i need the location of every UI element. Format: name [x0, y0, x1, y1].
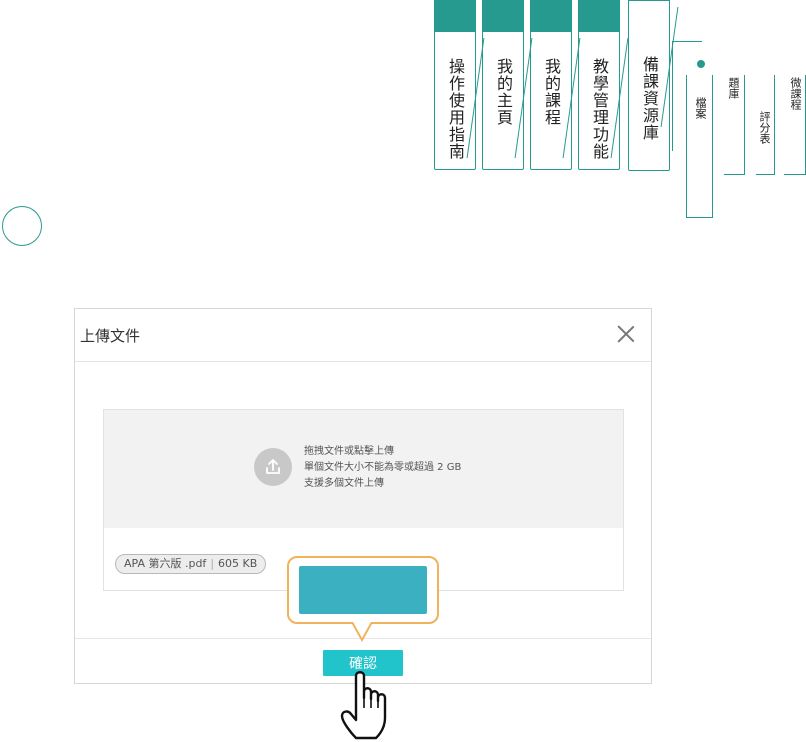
sub-tab-files[interactable]: 檔案 — [686, 75, 713, 218]
dialog-title: 上傳文件 — [80, 327, 141, 345]
dropzone-line: 拖拽文件或點擊上傳 — [304, 446, 394, 457]
callout-highlight — [287, 556, 439, 624]
sub-tab-question-bank[interactable]: 題庫 — [724, 75, 746, 175]
file-size: 605 KB — [218, 557, 258, 570]
sub-tab-label: 檔案 — [694, 97, 707, 119]
dropzone[interactable]: 拖拽文件或點擊上傳 單個文件大小不能為零或超過 2 GB 支援多個文件上傳 — [104, 410, 623, 529]
nav-connector-line — [672, 41, 702, 151]
nav-tab-label: 我的主頁 — [494, 58, 513, 126]
nav-tab-teaching-management[interactable]: 教學管理功能 — [578, 0, 620, 171]
sub-tab-label: 題庫 — [727, 77, 740, 99]
dropzone-instructions: 拖拽文件或點擊上傳 單個文件大小不能為零或超過 2 GB 支援多個文件上傳 — [304, 444, 461, 492]
dropzone-line: 支援多個文件上傳 — [304, 478, 384, 489]
nav-tab-courses[interactable]: 我的課程 — [530, 0, 572, 171]
file-chip[interactable]: APA 第六版 .pdf | 605 KB — [115, 554, 267, 574]
nav-tab-label: 備課資源庫 — [640, 56, 659, 141]
nav-tab-label: 我的課程 — [542, 58, 561, 126]
nav-tab-home[interactable]: 我的主頁 — [482, 0, 524, 171]
dropzone-line: 單個文件大小不能為零或超過 2 GB — [304, 462, 462, 473]
sub-tab-micro-courses[interactable]: 微課程 — [784, 75, 806, 175]
sub-tab-label: 評分表 — [758, 111, 771, 144]
callout-fill — [299, 566, 427, 614]
nav-tab-label: 操作使用指南 — [446, 58, 465, 160]
nav-connector-dot — [697, 60, 705, 68]
file-name: APA 第六版 .pdf — [124, 557, 207, 570]
upload-icon — [254, 448, 292, 486]
callout-tail — [352, 622, 372, 642]
nav-tab-resource-library[interactable]: 備課資源庫 — [628, 0, 670, 171]
close-icon[interactable] — [617, 325, 635, 343]
sub-tab-label: 微課程 — [789, 77, 802, 110]
pointer-hand-icon — [340, 671, 387, 740]
dialog-header: 上傳文件 — [75, 309, 651, 362]
step-circle — [2, 206, 42, 246]
sub-tab-rubrics[interactable]: 評分表 — [756, 75, 778, 175]
nav-tab-label: 教學管理功能 — [590, 58, 609, 160]
nav-tab-guide[interactable]: 操作使用指南 — [434, 0, 476, 171]
